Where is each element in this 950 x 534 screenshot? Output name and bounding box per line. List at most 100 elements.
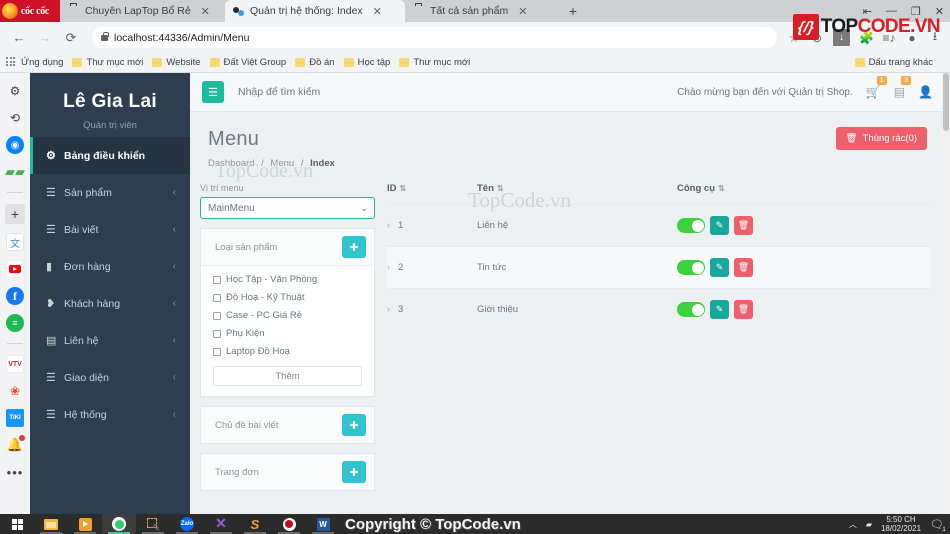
close-window-icon[interactable]: ✕ — [935, 5, 944, 18]
add-icon[interactable]: ✚ — [342, 414, 366, 436]
column-header-name[interactable]: Tên ⇅ — [477, 183, 677, 205]
delete-button[interactable]: 🗑 — [734, 216, 753, 235]
taskbar-visual-studio[interactable]: ✕ — [204, 514, 238, 534]
menu-position-select[interactable]: MainMenu — [200, 197, 375, 219]
accordion-header[interactable]: Trang đơn ✚ — [201, 454, 374, 490]
bookmark-apps[interactable]: Ứng dụng — [6, 57, 63, 68]
network-icon[interactable]: ▰ — [866, 520, 872, 529]
expand-icon[interactable]: › — [387, 220, 390, 230]
table-row[interactable]: › 3 Giới thiệu ✎ 🗑 — [387, 288, 931, 331]
expand-icon[interactable]: › — [387, 262, 390, 272]
bookmark-item[interactable]: Học tập — [343, 57, 390, 68]
clock[interactable]: 5:50 CH 18/02/2021 — [881, 515, 921, 533]
add-icon[interactable]: ✚ — [342, 236, 366, 258]
address-bar[interactable]: localhost:44336/Admin/Menu — [92, 27, 777, 48]
messenger-icon[interactable]: ◉ — [6, 136, 24, 154]
cart-icon[interactable]: 🛒 1 — [866, 76, 887, 99]
bookmark-item[interactable]: Đồ án — [295, 57, 335, 68]
taskbar-zalo[interactable]: Zalo — [170, 514, 204, 534]
sidebar-item-system[interactable]: ☰ Hệ thống ‹ — [30, 396, 190, 433]
column-header-id[interactable]: ID ⇅ — [387, 183, 477, 205]
bookmark-item[interactable]: Thư mục mới — [72, 57, 143, 68]
edit-button[interactable]: ✎ — [710, 300, 729, 319]
reload-icon[interactable]: ⟳ — [60, 30, 82, 46]
add-button[interactable]: Thêm — [213, 366, 362, 386]
checkbox-icon[interactable] — [213, 311, 221, 320]
search-input[interactable] — [238, 86, 418, 98]
mail-icon[interactable]: ▤ 3 — [894, 76, 912, 99]
cell-name[interactable]: Giới thiệu — [477, 289, 677, 331]
breadcrumb-item[interactable]: Menu — [270, 158, 294, 169]
accordion-header[interactable]: Loại sản phẩm ✚ — [201, 229, 374, 265]
expand-icon[interactable]: › — [387, 304, 390, 314]
sidebar-item-interface[interactable]: ☰ Giao diện ‹ — [30, 359, 190, 396]
more-icon[interactable]: ••• — [6, 463, 24, 481]
new-tab-button[interactable]: + — [560, 0, 586, 22]
taskbar-word[interactable]: W — [306, 514, 340, 534]
notification-icon[interactable]: 🗨 1 — [930, 518, 948, 534]
sidebar-item-dashboard[interactable]: ⚙ Bảng điều khiển — [30, 137, 190, 174]
scrollbar-thumb[interactable] — [943, 73, 949, 131]
sidebar-item-orders[interactable]: ▮ Đơn hàng ‹ — [30, 248, 190, 285]
breadcrumb-item[interactable]: Dashboard — [208, 158, 254, 169]
add-icon[interactable]: + — [5, 204, 25, 224]
hamburger-icon[interactable]: ☰ — [202, 81, 224, 103]
checkbox-row[interactable]: Case - PC Giá Rẻ — [213, 310, 362, 321]
cell-name[interactable]: Tin tức — [477, 247, 677, 289]
taskbar-subtitle-edit[interactable]: S — [238, 514, 272, 534]
cell-name[interactable]: Liên hệ — [477, 205, 677, 247]
browser-tab-2[interactable]: Quản trị hệ thống: Index ✕ — [225, 0, 405, 22]
page-scrollbar[interactable] — [942, 73, 950, 514]
status-toggle[interactable] — [677, 218, 705, 233]
edit-button[interactable]: ✎ — [710, 216, 729, 235]
checkbox-row[interactable]: Laptop Đồ Hoạ — [213, 346, 362, 357]
maximize-icon[interactable]: ❐ — [911, 5, 921, 18]
checkbox-icon[interactable] — [213, 329, 221, 338]
checkbox-row[interactable]: Phụ Kiện — [213, 328, 362, 339]
close-icon[interactable]: ✕ — [373, 5, 382, 18]
add-icon[interactable]: ✚ — [342, 461, 366, 483]
forward-icon[interactable]: → — [34, 30, 56, 45]
tray-expand-icon[interactable]: ︿ — [849, 519, 857, 530]
delete-button[interactable]: 🗑 — [734, 300, 753, 319]
minimize-to-tray-icon[interactable]: ⇤ — [863, 5, 872, 18]
status-toggle[interactable] — [677, 302, 705, 317]
status-toggle[interactable] — [677, 260, 705, 275]
youtube-icon[interactable] — [6, 260, 24, 278]
game-icon[interactable]: ▰▰ — [5, 163, 25, 181]
user-icon[interactable]: 👤 — [918, 85, 933, 99]
minimize-icon[interactable]: — — [886, 5, 897, 17]
taskbar-dev-tools[interactable] — [136, 514, 170, 534]
trash-button[interactable]: 🗑 Thùng rác(0) — [835, 127, 927, 150]
accordion-header[interactable]: Chủ đề bài viết ✚ — [201, 407, 374, 443]
shopee-icon[interactable]: ❀ — [6, 382, 24, 400]
tiki-icon[interactable]: TIKI — [6, 409, 24, 427]
start-button[interactable] — [0, 514, 34, 534]
sidebar-item-contact[interactable]: ▤ Liên hệ ‹ — [30, 322, 190, 359]
close-icon[interactable]: ✕ — [518, 5, 527, 18]
checkbox-icon[interactable] — [213, 347, 221, 356]
taskbar-media-player[interactable] — [68, 514, 102, 534]
column-header-tools[interactable]: Công cụ ⇅ — [677, 183, 931, 205]
checkbox-row[interactable]: Đồ Hoạ - Kỹ Thuật — [213, 292, 362, 303]
back-icon[interactable]: ← — [8, 30, 30, 45]
checkbox-icon[interactable] — [213, 293, 221, 302]
delete-button[interactable]: 🗑 — [734, 258, 753, 277]
sidebar-item-products[interactable]: ☰ Sản phẩm ‹ — [30, 174, 190, 211]
table-row[interactable]: › 2 Tin tức ✎ 🗑 — [387, 246, 931, 289]
close-icon[interactable]: ✕ — [201, 5, 210, 18]
taskbar-file-explorer[interactable] — [34, 514, 68, 534]
browser-tab-1[interactable]: Chuyên LapTop Bổ Rẻ ✕ — [60, 0, 225, 22]
edit-button[interactable]: ✎ — [710, 258, 729, 277]
taskbar-coccoc[interactable] — [102, 514, 136, 534]
history-icon[interactable]: ⟲ — [6, 109, 24, 127]
bookmark-item[interactable]: Đất Việt Group — [209, 57, 286, 68]
spotify-icon[interactable]: ≡ — [6, 314, 24, 332]
sidebar-item-posts[interactable]: ☰ Bài viết ‹ — [30, 211, 190, 248]
translate-icon[interactable]: 文 — [6, 233, 24, 251]
vtv-icon[interactable]: VTV — [6, 355, 24, 373]
coccoc-brand-tab[interactable]: cốc cốc — [0, 0, 60, 22]
checkbox-icon[interactable] — [213, 275, 221, 284]
sidebar-item-customers[interactable]: ❥ Khách hàng ‹ — [30, 285, 190, 322]
checkbox-row[interactable]: Học Tập - Văn Phòng — [213, 274, 362, 285]
